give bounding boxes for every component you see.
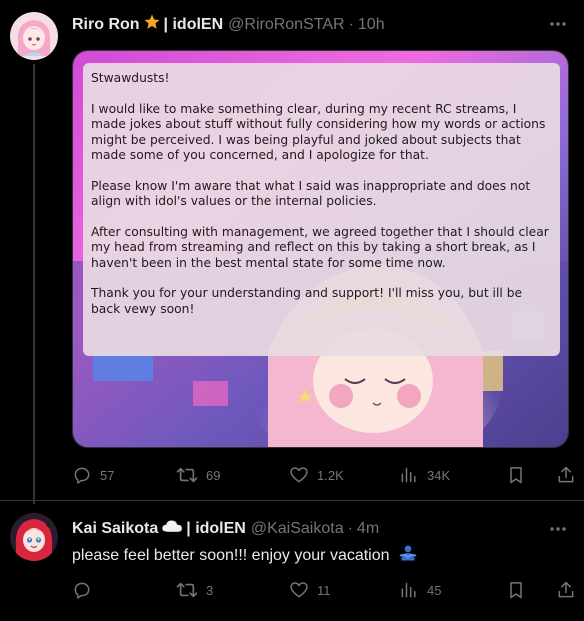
repost-count: 3 [206,582,214,598]
like-button[interactable]: 1.2K [289,465,344,485]
post-header: Kai Saikota | idolEN @KaiSaikota · 4m [72,518,379,539]
separator-dot: · [348,15,354,33]
author-handle[interactable]: @KaiSaikota [251,520,344,538]
announcement-text: Stwawdusts! I would like to make somethi… [83,63,560,356]
bookmark-button[interactable] [506,580,526,600]
reply-icon [74,467,90,484]
announcement-paragraph: Please know I'm aware that what I said w… [91,178,531,209]
views-count: 34K [427,467,451,483]
share-icon [558,581,574,598]
like-count: 11 [317,582,331,598]
repost-count: 69 [206,467,221,483]
post-time[interactable]: 10h [358,16,385,34]
heart-icon [290,467,308,483]
like-count: 1.2K [317,467,344,483]
reply-body: please feel better soon!!! enjoy your va… [72,543,418,568]
share-icon [558,466,574,483]
reply-button[interactable] [72,580,100,600]
cloud-icon [161,518,183,539]
share-button[interactable] [556,580,576,600]
reply-button[interactable]: 57 [72,465,114,485]
views-button[interactable]: 34K [399,465,450,485]
author-name[interactable]: Riro Ron [72,16,140,34]
author-handle[interactable]: @RiroRonSTAR [228,16,344,34]
reply-count: 57 [100,467,115,483]
separator-dot: · [347,519,353,537]
author-name[interactable]: Kai Saikota [72,520,158,538]
post[interactable]: Riro Ron | idolEN @RiroRonSTAR · 10h Stw… [0,0,584,504]
views-icon [401,467,416,483]
like-button[interactable]: 11 [289,580,331,600]
bookmark-icon [510,582,522,599]
views-count: 45 [427,582,442,598]
repost-button[interactable]: 3 [176,580,213,600]
star-icon [143,13,161,36]
post-time[interactable]: 4m [357,520,379,538]
bookmark-button[interactable] [506,465,526,485]
share-button[interactable] [556,465,576,485]
post-image[interactable]: Stwawdusts! I would like to make somethi… [72,50,569,448]
announcement-paragraph: I would like to make something clear, du… [91,101,546,163]
reply-actions: 3 11 45 [72,580,576,602]
author-avatar[interactable] [10,513,58,561]
announcement-paragraph: Thank you for your understanding and sup… [91,286,523,316]
heart-icon [290,582,308,598]
repost-icon [176,467,198,483]
hug-icon [398,543,418,568]
repost-icon [176,582,198,598]
post-header: Riro Ron | idolEN @RiroRonSTAR · 10h [72,13,385,36]
more-options-icon[interactable] [548,14,568,34]
reply-text: please feel better soon!!! enjoy your va… [72,546,390,564]
more-options-icon[interactable] [548,519,568,539]
bookmark-icon [510,467,522,484]
announcement-paragraph: After consulting with management, we agr… [91,224,549,270]
author-suffix[interactable]: | idolEN [164,16,224,34]
announcement-greeting: Stwawdusts! [91,71,170,85]
reply-icon [74,582,90,599]
views-icon [401,582,416,598]
author-suffix[interactable]: | idolEN [186,520,246,538]
views-button[interactable]: 45 [399,580,441,600]
repost-button[interactable]: 69 [176,465,220,485]
author-avatar[interactable] [10,12,58,60]
thread-line [33,64,35,504]
post-actions: 57 69 1.2K 34K [72,465,576,487]
